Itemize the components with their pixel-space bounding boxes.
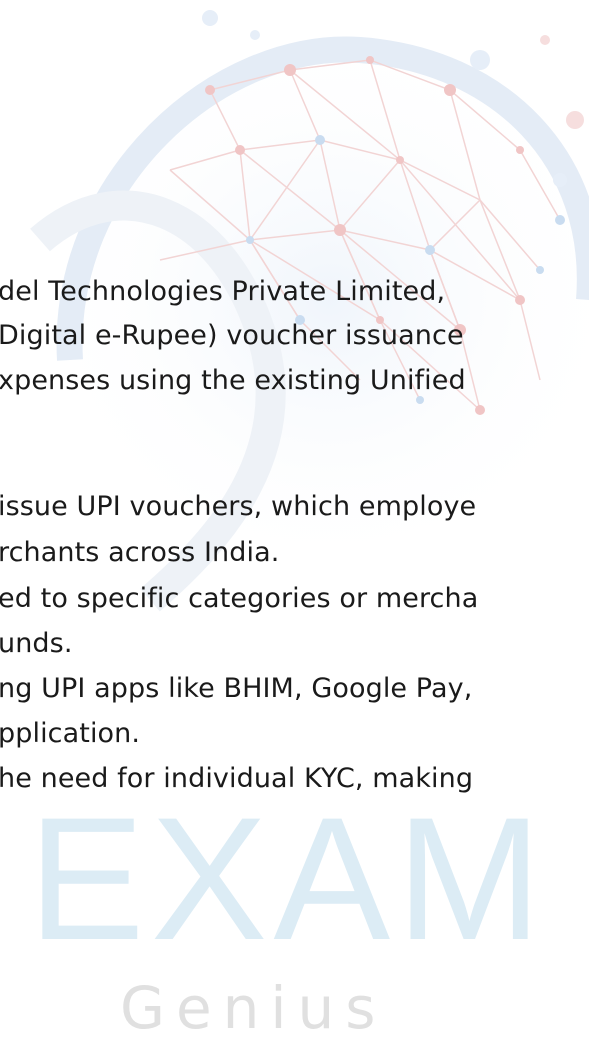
text-line-1: del Technologies Private Limited, [0, 276, 446, 307]
text-line-3: xpenses using the existing Unified [0, 365, 466, 396]
text-line-8: ng UPI apps like BHIM, Google Pay, [0, 673, 473, 704]
text-line-10: he need for individual KYC, making [0, 763, 474, 794]
text-line-9: pplication. [0, 718, 141, 749]
text-line-5: rchants across India. [0, 537, 280, 568]
text-line-4: issue UPI vouchers, which employe [0, 491, 477, 522]
text-line-7: unds. [0, 628, 73, 659]
document-body: del Technologies Private Limited, Digita… [0, 0, 589, 1035]
text-line-6: ed to specific categories or mercha [0, 583, 479, 614]
text-line-2: Digital e-Rupee) voucher issuance [0, 320, 464, 351]
